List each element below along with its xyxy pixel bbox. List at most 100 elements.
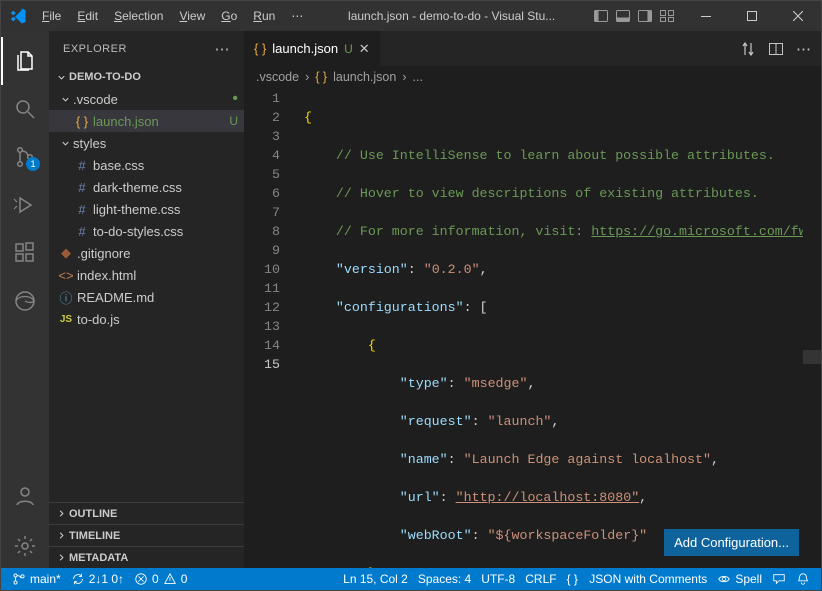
css-file-icon: #: [73, 202, 91, 217]
tab-launch-json[interactable]: { } launch.json U ✕: [244, 31, 381, 66]
split-editor-icon[interactable]: [768, 41, 784, 57]
status-encoding[interactable]: UTF-8: [476, 572, 520, 586]
menu-edit[interactable]: Edit: [70, 5, 105, 27]
activity-search[interactable]: [1, 85, 49, 133]
chevron-down-icon: [53, 72, 69, 83]
status-spell[interactable]: Spell: [712, 572, 767, 586]
file-index-html[interactable]: <> index.html: [49, 264, 244, 286]
activity-settings[interactable]: [1, 524, 49, 568]
chevron-right-icon: ›: [402, 70, 406, 84]
sync-icon: [71, 572, 85, 586]
minimap[interactable]: [803, 88, 821, 568]
gitignore-file-icon: ◆: [57, 245, 75, 261]
file-base-css[interactable]: # base.css: [49, 154, 244, 176]
folder-styles[interactable]: styles: [49, 132, 244, 154]
chevron-right-icon: [53, 508, 69, 519]
activity-account[interactable]: [1, 472, 49, 520]
more-icon[interactable]: ⋯: [796, 40, 811, 58]
maximize-button[interactable]: [729, 1, 775, 31]
layout-controls: [593, 8, 675, 24]
status-cursor[interactable]: Ln 15, Col 2: [338, 572, 413, 586]
info-file-icon: ⓘ: [57, 288, 75, 307]
menu-run[interactable]: Run: [246, 5, 282, 27]
panel-bottom-icon[interactable]: [615, 8, 631, 24]
git-status: U: [229, 114, 238, 128]
file-launch-json[interactable]: { } launch.json U: [49, 110, 244, 132]
chevron-right-icon: ›: [305, 70, 309, 84]
eye-icon: [717, 572, 731, 586]
metadata-section[interactable]: METADATA: [49, 546, 244, 568]
extensions-icon: [13, 241, 37, 265]
css-file-icon: #: [73, 180, 91, 195]
minimap-slider[interactable]: [803, 350, 821, 364]
compare-changes-icon[interactable]: [740, 41, 756, 57]
chevron-right-icon: [53, 552, 69, 563]
menu-file[interactable]: File: [35, 5, 68, 27]
explorer-sidebar: EXPLORER ⋯ DEMO-TO-DO .vscode • { } laun…: [49, 31, 244, 568]
status-eol[interactable]: CRLF: [520, 572, 561, 586]
close-button[interactable]: [775, 1, 821, 31]
file-dark-theme-css[interactable]: # dark-theme.css: [49, 176, 244, 198]
add-configuration-button[interactable]: Add Configuration...: [664, 529, 799, 556]
files-icon: [13, 49, 37, 73]
warning-icon: [163, 572, 177, 586]
json-file-icon: { }: [254, 41, 266, 56]
breadcrumb[interactable]: .vscode › { } launch.json › ...: [244, 66, 821, 88]
css-file-icon: #: [73, 224, 91, 239]
menu-overflow[interactable]: ⋯: [284, 5, 310, 27]
git-status: U: [344, 42, 353, 56]
menu-selection[interactable]: Selection: [107, 5, 170, 27]
scm-badge: 1: [26, 157, 40, 171]
account-icon: [13, 484, 37, 508]
folder-vscode[interactable]: .vscode •: [49, 88, 244, 110]
status-sync[interactable]: 2↓1 0↑: [66, 572, 129, 586]
file-readme-md[interactable]: ⓘ README.md: [49, 286, 244, 308]
status-feedback[interactable]: [767, 572, 791, 586]
minimize-button[interactable]: [683, 1, 729, 31]
status-bell[interactable]: [791, 572, 815, 586]
menu-go[interactable]: Go: [214, 5, 244, 27]
file-todo-styles-css[interactable]: # to-do-styles.css: [49, 220, 244, 242]
vscode-logo-icon: [9, 7, 27, 25]
chevron-down-icon: [57, 138, 73, 149]
activity-explorer[interactable]: [1, 37, 49, 85]
status-spaces[interactable]: Spaces: 4: [413, 572, 476, 586]
editor-group: { } launch.json U ✕ ⋯ .vscode › { } laun…: [244, 31, 821, 568]
project-root[interactable]: DEMO-TO-DO: [49, 66, 244, 88]
js-file-icon: JS: [57, 314, 75, 325]
activity-bar: 1: [1, 31, 49, 568]
code-content[interactable]: { // Use IntelliSense to learn about pos…: [296, 88, 821, 568]
status-problems[interactable]: 0 0: [129, 572, 192, 586]
timeline-section[interactable]: TIMELINE: [49, 524, 244, 546]
panel-right-icon[interactable]: [637, 8, 653, 24]
json-icon: { }: [567, 572, 578, 586]
json-file-icon: { }: [73, 114, 91, 129]
activity-scm[interactable]: 1: [1, 133, 49, 181]
code-editor[interactable]: 1 2 3 4 5 6 7 8 9 10 11 12 13 14 15 { //…: [244, 88, 821, 568]
activity-debug[interactable]: [1, 181, 49, 229]
activity-edge[interactable]: [1, 277, 49, 325]
explorer-title: EXPLORER: [63, 43, 127, 55]
activity-extensions[interactable]: [1, 229, 49, 277]
error-icon: [134, 572, 148, 586]
file-light-theme-css[interactable]: # light-theme.css: [49, 198, 244, 220]
menu-view[interactable]: View: [172, 5, 212, 27]
line-gutter: 1 2 3 4 5 6 7 8 9 10 11 12 13 14 15: [244, 88, 296, 568]
app-menu: File Edit Selection View Go Run ⋯: [35, 5, 310, 27]
status-language[interactable]: { } JSON with Comments: [562, 572, 713, 586]
branch-icon: [12, 572, 26, 586]
debug-icon: [13, 193, 37, 217]
close-icon[interactable]: ✕: [359, 41, 370, 57]
title-bar: File Edit Selection View Go Run ⋯ launch…: [1, 1, 821, 31]
css-file-icon: #: [73, 158, 91, 173]
file-todo-js[interactable]: JS to-do.js: [49, 308, 244, 330]
status-branch[interactable]: main*: [7, 572, 66, 586]
layout-grid-icon[interactable]: [659, 8, 675, 24]
explorer-more-icon[interactable]: ⋯: [215, 40, 231, 58]
bell-icon: [796, 572, 810, 586]
html-file-icon: <>: [57, 268, 75, 283]
file-gitignore[interactable]: ◆ .gitignore: [49, 242, 244, 264]
chevron-right-icon: [53, 530, 69, 541]
panel-left-icon[interactable]: [593, 8, 609, 24]
outline-section[interactable]: OUTLINE: [49, 502, 244, 524]
